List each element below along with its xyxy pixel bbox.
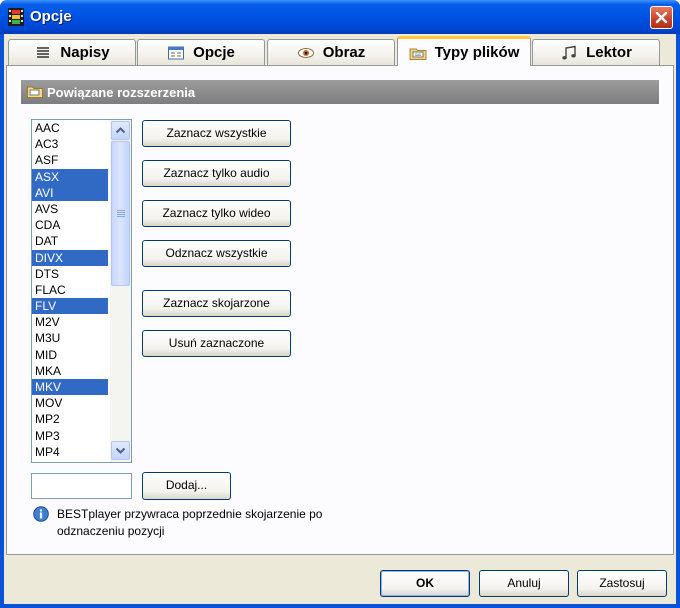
apply-button[interactable]: Zastosuj — [577, 570, 667, 597]
list-item[interactable]: AVI — [32, 184, 108, 201]
window-settings-icon — [168, 46, 185, 59]
scroll-up-button[interactable] — [111, 121, 130, 140]
tab-lektor[interactable]: Lektor — [532, 39, 660, 65]
add-button[interactable]: Dodaj... — [142, 472, 231, 500]
list-item[interactable]: CDA — [32, 217, 108, 233]
tab-typy-plikow[interactable]: Typy plików — [397, 36, 531, 66]
tab-napisy[interactable]: Napisy — [8, 39, 136, 65]
eye-icon — [297, 47, 314, 58]
tab-page-file-types: Powiązane rozszerzenia AAC AC3 ASF ASX AVI AV… — [6, 65, 674, 555]
list-item[interactable]: MP4 — [32, 444, 108, 460]
list-item[interactable]: M2V — [32, 314, 108, 330]
extension-input[interactable] — [31, 473, 132, 499]
extensions-listbox[interactable]: AAC AC3 ASF ASX AVI AVS CDA DAT DIVX DTS FLAC FLV M2… — [31, 119, 132, 463]
folder-icon — [27, 86, 43, 98]
info-message: BESTplayer przywraca poprzednie skojarze… — [57, 507, 323, 538]
tab-label: Typy plików — [434, 44, 520, 61]
list-item[interactable]: FLV — [32, 298, 108, 315]
section-header: Powiązane rozszerzenia — [21, 80, 659, 104]
list-item[interactable]: DTS — [32, 266, 108, 282]
select-video-button[interactable]: Zaznacz tylko wideo — [142, 200, 291, 227]
list-item[interactable]: MOV — [32, 395, 108, 411]
options-window: Opcje Napisy Opcje Obraz Typy plików Lek… — [0, 0, 680, 608]
window-title: Opcje — [30, 8, 72, 25]
list-item[interactable]: MKV — [32, 379, 108, 396]
chevron-up-icon — [115, 127, 126, 134]
list-item[interactable]: MID — [32, 347, 108, 363]
listbox-scrollbar[interactable] — [110, 120, 131, 462]
section-title: Powiązane rozszerzenia — [47, 85, 196, 100]
title-bar[interactable]: Opcje — [0, 0, 680, 34]
deselect-all-button[interactable]: Odznacz wszystkie — [142, 240, 291, 267]
tab-opcje[interactable]: Opcje — [137, 39, 265, 65]
close-button[interactable] — [650, 6, 673, 29]
list-item[interactable]: ASX — [32, 168, 108, 185]
select-associated-button[interactable]: Zaznacz skojarzone — [142, 290, 291, 317]
tab-label: Obraz — [322, 44, 366, 61]
cancel-button[interactable]: Anuluj — [479, 570, 569, 597]
chevron-down-icon — [115, 447, 126, 454]
list-item[interactable]: FLAC — [32, 282, 108, 298]
remove-selected-button[interactable]: Usuń zaznaczone — [142, 330, 291, 357]
select-audio-button[interactable]: Zaznacz tylko audio — [142, 160, 291, 187]
scroll-down-button[interactable] — [111, 441, 130, 460]
list-item[interactable]: MP2 — [32, 411, 108, 427]
list-item[interactable]: AVS — [32, 201, 108, 217]
list-item[interactable]: MP3 — [32, 428, 108, 444]
close-icon — [655, 11, 668, 24]
music-note-icon — [562, 45, 576, 59]
text-lines-icon — [37, 46, 50, 58]
list-item[interactable]: DIVX — [32, 249, 108, 266]
info-icon — [33, 506, 49, 522]
list-item[interactable]: M3U — [32, 330, 108, 346]
tab-obraz[interactable]: Obraz — [267, 39, 395, 65]
list-item[interactable]: ASF — [32, 152, 108, 168]
folder-files-icon — [409, 48, 427, 60]
list-item[interactable]: AC3 — [32, 136, 108, 152]
dialog-client-area: Napisy Opcje Obraz Typy plików Lektor Po… — [4, 34, 676, 604]
tab-label: Lektor — [586, 44, 632, 61]
ok-button[interactable]: OK — [380, 570, 470, 597]
scroll-thumb[interactable] — [111, 141, 130, 286]
tab-label: Opcje — [193, 44, 235, 61]
app-film-icon — [8, 8, 24, 26]
list-item[interactable]: AAC — [32, 120, 108, 136]
list-item[interactable]: DAT — [32, 233, 108, 249]
select-all-button[interactable]: Zaznacz wszystkie — [142, 120, 291, 147]
list-item[interactable]: MKA — [32, 363, 108, 379]
tab-label: Napisy — [60, 44, 110, 61]
